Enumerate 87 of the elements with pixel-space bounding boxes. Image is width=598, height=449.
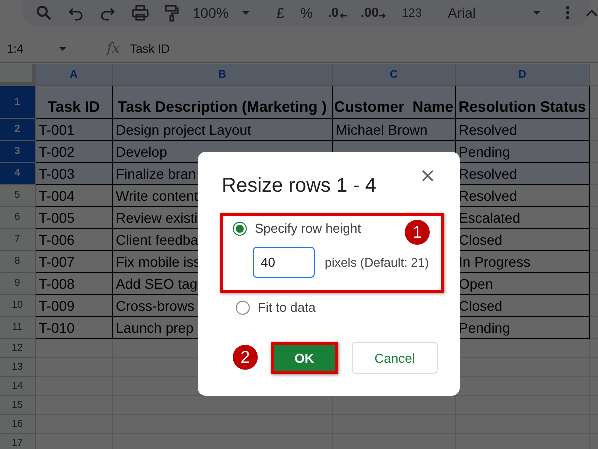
- table-cell: Resolved: [459, 188, 518, 204]
- table-cell: Write content: [116, 188, 198, 204]
- percent-button[interactable]: %: [300, 5, 314, 21]
- table-cell: Review existi: [116, 210, 198, 226]
- row-header[interactable]: 15: [0, 396, 36, 415]
- column-header[interactable]: A: [36, 64, 113, 86]
- decrease-decimal-button[interactable]: .0: [328, 7, 339, 19]
- cancel-button[interactable]: Cancel: [352, 342, 438, 374]
- row-header[interactable]: 5: [0, 185, 36, 207]
- option-label[interactable]: Fit to data: [258, 300, 316, 315]
- select-all-corner[interactable]: [0, 64, 36, 86]
- column-header[interactable]: D: [456, 64, 590, 86]
- table-cell: T-004: [39, 188, 75, 204]
- currency-button[interactable]: £: [276, 5, 285, 21]
- table-cell: Michael Brown: [336, 122, 428, 138]
- arrow-icon: [378, 13, 387, 19]
- radio-button[interactable]: [233, 222, 247, 236]
- step-badge: 1: [405, 220, 430, 245]
- row-header[interactable]: 2: [0, 119, 36, 141]
- column-header[interactable]: C: [333, 64, 456, 86]
- unit-label: pixels (Default: 21): [325, 256, 430, 270]
- table-cell: T-003: [39, 166, 75, 182]
- table-cell: T-008: [39, 276, 75, 292]
- arrow-icon: [338, 13, 347, 19]
- table-cell: Design project Layout: [116, 122, 252, 138]
- table-cell: Cross-brows: [116, 298, 195, 314]
- row-header[interactable]: 13: [0, 358, 36, 377]
- table-cell: Client feedba: [116, 232, 199, 248]
- row-header[interactable]: 7: [0, 229, 36, 251]
- column-title: Task Description (Marketing ): [118, 99, 327, 116]
- row-header[interactable]: 16: [0, 415, 36, 434]
- more-icon[interactable]: [566, 6, 570, 20]
- table-cell: Resolved: [459, 122, 518, 138]
- caret-icon: [240, 10, 251, 16]
- table-cell: Launch prep: [116, 320, 194, 336]
- print-icon[interactable]: [132, 5, 149, 21]
- table-cell: Finalize bran: [116, 166, 196, 182]
- grid-cell[interactable]: [456, 396, 590, 415]
- row-header[interactable]: 3: [0, 141, 36, 163]
- row-header[interactable]: 6: [0, 207, 36, 229]
- column-header[interactable]: B: [113, 64, 333, 86]
- table-cell: T-009: [39, 298, 75, 314]
- table-cell: Closed: [459, 232, 503, 248]
- column-title: Resolution Status: [458, 99, 586, 116]
- table-cell: T-010: [39, 320, 75, 336]
- row-header[interactable]: 10: [0, 295, 36, 317]
- table-cell: T-006: [39, 232, 75, 248]
- font-select[interactable]: Arial: [448, 5, 476, 21]
- name-box[interactable]: 1:4: [7, 42, 24, 56]
- ok-button[interactable]: OK: [271, 342, 338, 374]
- table-cell: Escalated: [459, 210, 520, 226]
- paint-format-icon[interactable]: [165, 4, 179, 22]
- dialog-title: Resize rows 1 - 4: [222, 174, 376, 198]
- table-cell: T-002: [39, 144, 75, 160]
- number-format-button[interactable]: 123: [402, 6, 422, 20]
- row-header[interactable]: 1: [0, 86, 36, 119]
- table-cell: Resolved: [459, 166, 518, 182]
- row-height-field[interactable]: 40: [253, 247, 315, 278]
- column-title: Task ID: [48, 99, 100, 116]
- row-header[interactable]: 14: [0, 377, 36, 396]
- table-cell: Pending: [459, 320, 510, 336]
- table-cell: Add SEO tag: [116, 276, 198, 292]
- caret-icon: [532, 10, 542, 16]
- table-cell: T-007: [39, 254, 75, 270]
- radio-button[interactable]: [236, 300, 250, 314]
- caret-icon: [58, 46, 68, 52]
- column-title: Customer Name: [334, 99, 454, 116]
- row-header[interactable]: 8: [0, 251, 36, 273]
- collapse-icon[interactable]: [586, 9, 598, 17]
- formula-value[interactable]: Task ID: [130, 42, 170, 56]
- table-cell: In Progress: [459, 254, 531, 270]
- increase-decimal-button[interactable]: .00: [360, 7, 379, 19]
- row-header[interactable]: 9: [0, 273, 36, 295]
- table-cell: Develop: [116, 144, 168, 160]
- table-cell: Closed: [459, 298, 503, 314]
- table-cell: Pending: [459, 144, 510, 160]
- table-cell: T-001: [39, 122, 75, 138]
- option-label[interactable]: Specify row height: [255, 221, 362, 236]
- table-cell: Open: [459, 276, 494, 292]
- row-header[interactable]: 4: [0, 163, 36, 185]
- step-badge: 2: [233, 345, 258, 370]
- grid-cell[interactable]: [36, 339, 113, 358]
- search-icon[interactable]: [36, 5, 52, 21]
- zoom-select[interactable]: 100%: [193, 5, 229, 21]
- row-header[interactable]: 11: [0, 317, 36, 339]
- row-header[interactable]: 12: [0, 339, 36, 358]
- table-cell: T-005: [39, 210, 75, 226]
